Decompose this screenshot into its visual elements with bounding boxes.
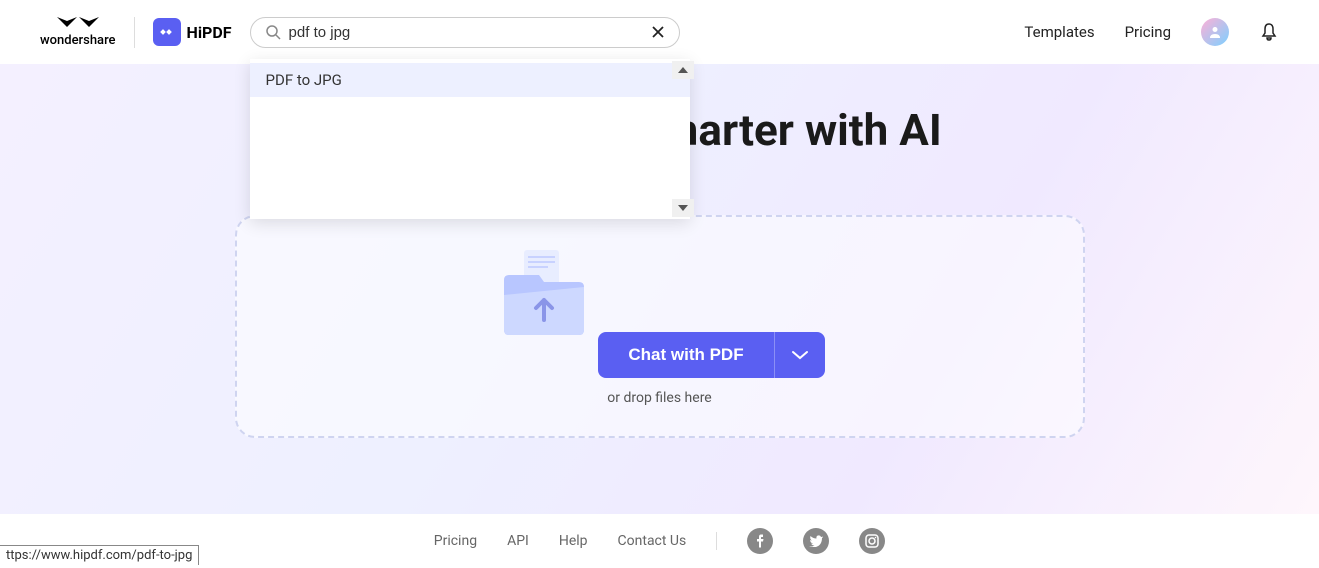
drop-files-text: or drop files here (257, 390, 1063, 406)
hipdf-logo[interactable]: HiPDF (153, 18, 232, 46)
hipdf-icon (153, 18, 181, 46)
search-suggestion[interactable]: PDF to JPG (250, 63, 690, 97)
footer-api[interactable]: API (507, 533, 529, 549)
hipdf-text: HiPDF (187, 23, 232, 42)
twitter-icon[interactable] (803, 528, 829, 554)
footer-pricing[interactable]: Pricing (434, 533, 477, 549)
nav-templates[interactable]: Templates (1024, 23, 1094, 41)
footer-contact[interactable]: Contact Us (618, 533, 687, 549)
search-dropdown: PDF to JPG (250, 59, 690, 219)
header: wondershare HiPDF PDF to JPG Templates P… (0, 0, 1319, 64)
dropdown-scrollbar[interactable] (672, 59, 694, 219)
wondershare-logo[interactable]: wondershare (40, 17, 135, 48)
footer-divider (716, 532, 717, 550)
folder-upload-icon (494, 245, 594, 340)
chat-button-group: Chat with PDF (598, 332, 824, 378)
header-right: Templates Pricing (1024, 18, 1279, 46)
search-box[interactable] (250, 17, 680, 48)
nav-pricing[interactable]: Pricing (1125, 23, 1171, 41)
search-wrapper: PDF to JPG (250, 17, 680, 48)
search-icon (265, 24, 281, 40)
chat-dropdown-button[interactable] (774, 332, 825, 378)
wondershare-icon (57, 17, 99, 31)
status-bar-url: ttps://www.hipdf.com/pdf-to-jpg (0, 545, 199, 565)
chevron-down-icon (791, 350, 809, 360)
facebook-icon[interactable] (747, 528, 773, 554)
scroll-up-icon[interactable] (672, 61, 694, 79)
instagram-icon[interactable] (859, 528, 885, 554)
wondershare-text: wondershare (40, 33, 116, 48)
footer-help[interactable]: Help (559, 533, 588, 549)
bell-icon[interactable] (1259, 22, 1279, 42)
user-icon (1208, 25, 1222, 39)
chat-with-pdf-button[interactable]: Chat with PDF (598, 332, 773, 378)
search-input[interactable] (289, 24, 651, 41)
avatar[interactable] (1201, 18, 1229, 46)
scroll-down-icon[interactable] (672, 199, 694, 217)
clear-icon[interactable] (651, 25, 665, 39)
upload-card[interactable]: Chat with PDF or drop files here (235, 215, 1085, 438)
